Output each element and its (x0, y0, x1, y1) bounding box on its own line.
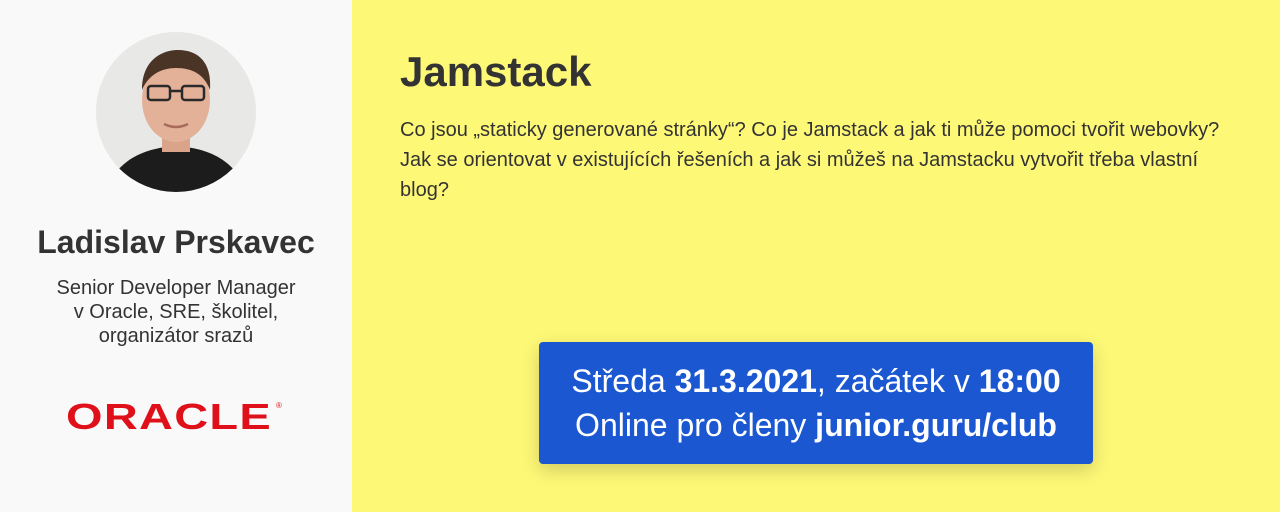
event-info-box: Středa 31.3.2021, začátek v 18:00 Online… (539, 342, 1093, 464)
event-start-prefix: , začátek v (816, 363, 979, 399)
event-online-line: Online pro členy junior.guru/club (539, 403, 1093, 447)
speaker-avatar (96, 32, 256, 192)
event-date-line: Středa 31.3.2021, začátek v 18:00 (539, 359, 1093, 403)
talk-panel: Jamstack Co jsou „staticky generované st… (352, 0, 1280, 512)
speaker-name: Ladislav Prskavec (37, 224, 315, 260)
event-time: 18:00 (978, 363, 1061, 399)
oracle-logo: ORACLE ® (66, 398, 282, 434)
person-photo-icon (96, 32, 256, 192)
talk-title: Jamstack (400, 48, 592, 95)
speaker-panel: Ladislav Prskavec Senior Developer Manag… (0, 0, 352, 512)
speaker-bio-line: organizátor srazů (98, 325, 254, 347)
event-online-prefix: Online pro členy (575, 407, 816, 443)
talk-abstract: Co jsou „staticky generované stránky“? C… (400, 119, 1220, 201)
registered-mark-icon: ® (276, 401, 282, 410)
speaker-bio-line: v Oracle, SRE, školitel, (73, 301, 279, 323)
speaker-bio-line: Senior Developer Manager (56, 277, 296, 299)
oracle-logo-text: ORACLE (66, 398, 272, 434)
speaker-bio: Senior Developer Manager v Oracle, SRE, … (40, 276, 312, 348)
club-link[interactable]: junior.guru/club (815, 407, 1057, 443)
event-date: 31.3.2021 (674, 363, 817, 399)
event-day-prefix: Středa (571, 363, 675, 399)
